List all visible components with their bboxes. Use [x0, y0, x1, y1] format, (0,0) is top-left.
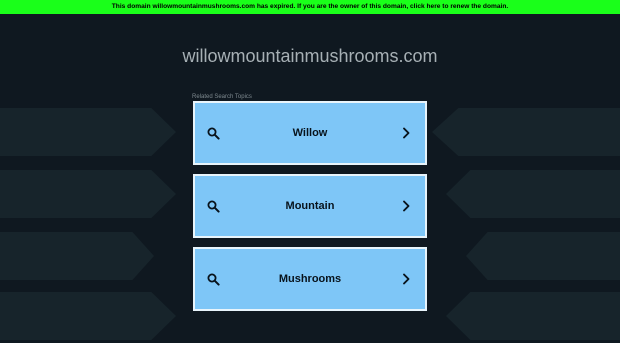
background-band	[466, 232, 620, 280]
topic-button-mushrooms[interactable]: Mushrooms	[193, 247, 427, 311]
chevron-right-icon	[403, 127, 410, 139]
related-search-label: Related Search Topics	[192, 94, 252, 100]
background-band	[432, 108, 620, 156]
background-band	[446, 170, 620, 218]
topic-label: Willow	[292, 127, 328, 139]
background-band	[446, 292, 620, 340]
background-band	[0, 108, 176, 156]
chevron-right-icon	[403, 273, 410, 285]
topic-button-willow[interactable]: Willow	[193, 101, 427, 165]
related-topic-list: Willow Mountain Mushrooms	[193, 101, 427, 320]
topic-label: Mushrooms	[278, 273, 342, 285]
topic-button-mountain[interactable]: Mountain	[193, 174, 427, 238]
topic-label: Mountain	[285, 200, 335, 212]
background-band	[0, 292, 176, 340]
background-band	[0, 170, 176, 218]
expired-domain-banner[interactable]: This domain willowmountainmushrooms.com …	[0, 0, 620, 14]
domain-title: willowmountainmushrooms.com	[182, 46, 438, 66]
chevron-right-icon	[403, 200, 410, 212]
background-band	[0, 232, 154, 280]
